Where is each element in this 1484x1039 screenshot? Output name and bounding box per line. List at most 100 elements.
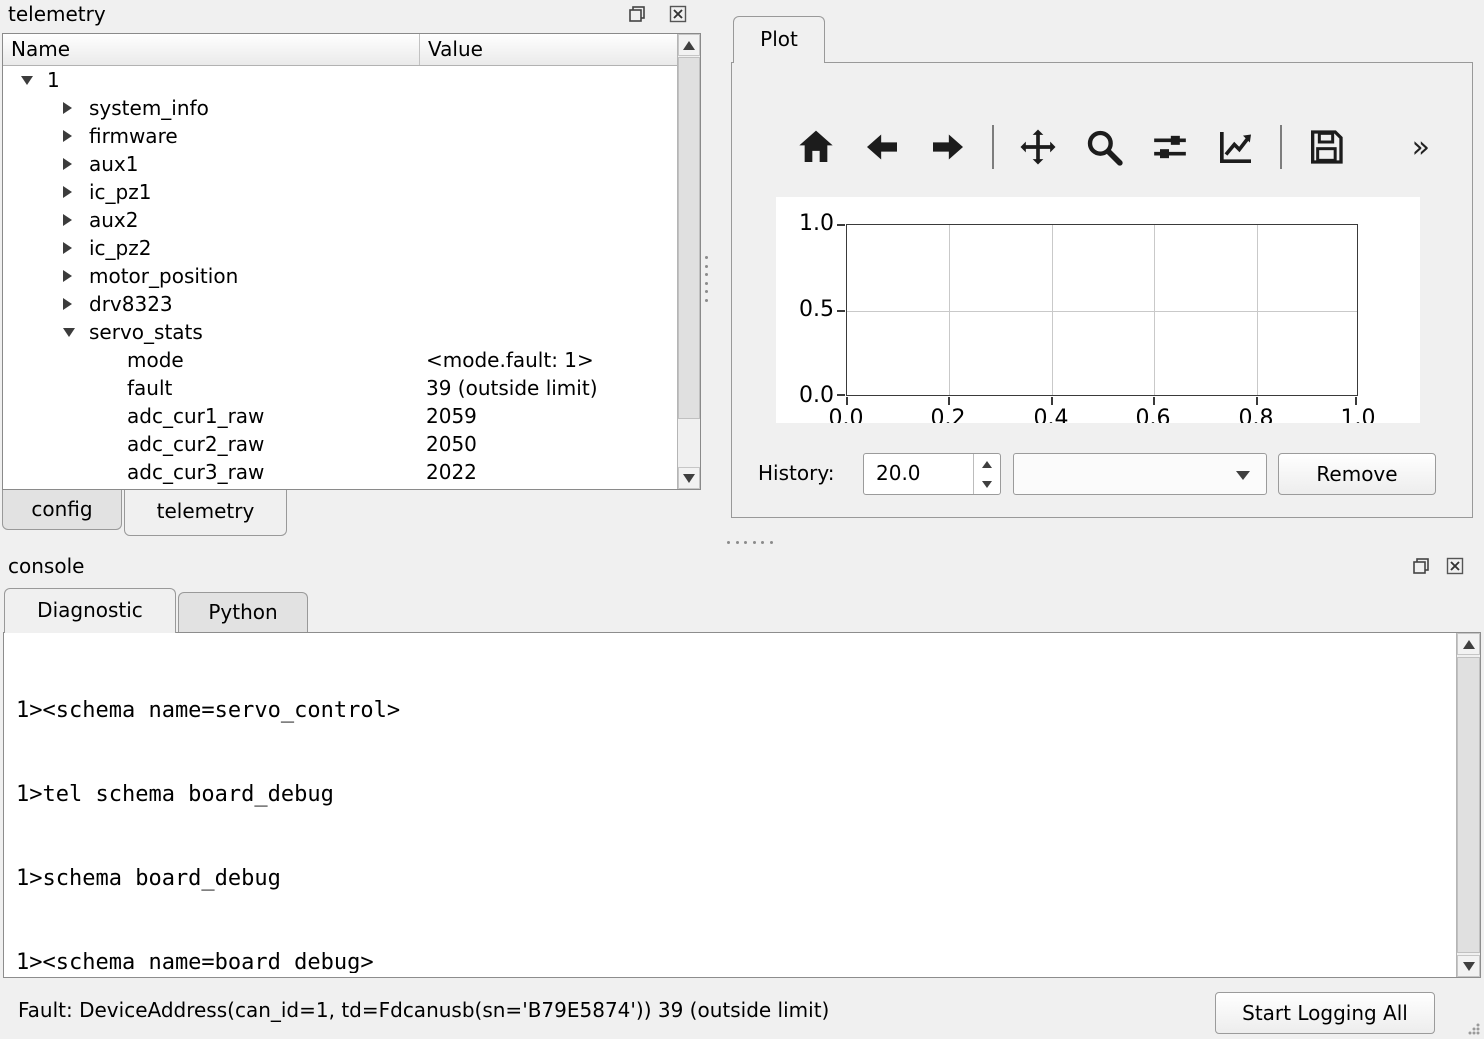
telemetry-float-button[interactable]	[627, 4, 647, 24]
telemetry-close-button[interactable]	[668, 4, 688, 24]
tree-row[interactable]: aux1	[3, 150, 677, 178]
zoom-button[interactable]	[1082, 122, 1126, 172]
collapse-arrow-icon[interactable]	[63, 298, 72, 310]
dropdown-arrow-icon	[1236, 471, 1250, 480]
x-tick-label: 1.0	[1326, 407, 1390, 423]
signal-combobox[interactable]	[1013, 453, 1267, 495]
telemetry-tree: Name Value 1 system_info firmware aux1 i…	[2, 33, 701, 490]
y-tick-label: 0.5	[788, 298, 834, 322]
start-logging-button[interactable]: Start Logging All	[1215, 992, 1435, 1034]
tree-row[interactable]: system_info	[3, 94, 677, 122]
float-icon	[627, 4, 647, 24]
tab-telemetry[interactable]: telemetry	[124, 490, 287, 536]
tab-diagnostic[interactable]: Diagnostic	[4, 588, 176, 633]
collapse-arrow-icon[interactable]	[63, 186, 72, 198]
tree-item-value: 39 (outside limit)	[426, 374, 598, 402]
tree-item-label: motor_position	[89, 262, 238, 290]
scrollbar-thumb[interactable]	[678, 57, 700, 419]
plot-axes	[846, 224, 1358, 396]
scroll-up-button[interactable]	[678, 34, 700, 56]
save-button[interactable]	[1304, 122, 1348, 172]
console-scrollbar[interactable]	[1456, 633, 1480, 977]
toolbar-overflow-button[interactable]: »	[1412, 130, 1456, 165]
collapse-arrow-icon[interactable]	[63, 102, 72, 114]
tree-row[interactable]: fault 39 (outside limit)	[3, 374, 677, 402]
down-arrow-icon	[683, 474, 695, 483]
collapse-arrow-icon[interactable]	[63, 158, 72, 170]
scroll-up-button[interactable]	[1457, 633, 1480, 655]
tree-header: Name Value	[3, 34, 677, 66]
expand-arrow-icon[interactable]	[63, 328, 75, 337]
history-value[interactable]: 20.0	[876, 461, 921, 485]
forward-button[interactable]	[926, 122, 970, 172]
tree-item-label: fault	[127, 374, 172, 402]
spin-up-button[interactable]	[974, 454, 1000, 474]
console-line: 1>schema board_debug	[16, 865, 1448, 893]
console-output[interactable]: 1><schema name=servo_control> 1>tel sche…	[3, 632, 1481, 978]
tree-item-label: adc_cur1_raw	[127, 402, 264, 430]
pan-button[interactable]	[1016, 122, 1060, 172]
customize-button[interactable]	[1214, 122, 1258, 172]
console-dock-title: console	[8, 554, 84, 578]
telemetry-dock: telemetry Name Value 1 system_info firmw…	[0, 0, 706, 540]
size-grip-icon[interactable]	[1464, 1019, 1482, 1037]
tree-row[interactable]: drv8323	[3, 290, 677, 318]
magnifier-icon	[1084, 127, 1124, 167]
tree-row[interactable]: mode<mode.fault: 1>	[3, 346, 677, 374]
tree-item-label: aux1	[89, 150, 139, 178]
tree-item-value: <mode.fault: 1>	[426, 346, 594, 374]
subplots-button[interactable]	[1148, 122, 1192, 172]
tree-row[interactable]: servo_stats	[3, 318, 677, 346]
scrollbar-thumb[interactable]	[1457, 657, 1480, 953]
collapse-arrow-icon[interactable]	[63, 214, 72, 226]
collapse-arrow-icon[interactable]	[63, 130, 72, 142]
back-button[interactable]	[860, 122, 904, 172]
collapse-arrow-icon[interactable]	[63, 270, 72, 282]
vertical-splitter-handle[interactable]	[705, 256, 709, 302]
tree-row[interactable]: firmware	[3, 122, 677, 150]
y-tick	[837, 224, 845, 226]
tree-row[interactable]: motor_position	[3, 262, 677, 290]
spin-down-button[interactable]	[974, 474, 1000, 494]
plot-figure[interactable]: 1.0 0.5 0.0 0.0 0.2 0.4 0.6 0.8 1.0	[776, 197, 1420, 423]
gridline	[949, 225, 950, 395]
console-close-button[interactable]	[1445, 556, 1465, 576]
pan-icon	[1018, 127, 1058, 167]
column-header-name[interactable]: Name	[3, 34, 420, 65]
status-bar: Fault: DeviceAddress(can_id=1, td=Fdcanu…	[0, 982, 1484, 1039]
home-button[interactable]	[794, 122, 838, 172]
x-tick-label: 0.4	[1019, 407, 1083, 423]
remove-button[interactable]: Remove	[1278, 453, 1436, 495]
console-float-button[interactable]	[1411, 556, 1431, 576]
horizontal-splitter-handle[interactable]	[727, 541, 773, 545]
telemetry-scrollbar[interactable]	[677, 34, 700, 489]
up-arrow-icon	[1463, 640, 1475, 649]
x-tick-label: 0.6	[1121, 407, 1185, 423]
tab-plot[interactable]: Plot	[733, 16, 825, 63]
tree-item-label: ic_pz1	[89, 178, 151, 206]
tree-item-label: aux2	[89, 206, 139, 234]
tree-row[interactable]: 1	[3, 66, 677, 94]
tree-item-label: adc_cur3_raw	[127, 458, 264, 486]
tree-row[interactable]: ic_pz1	[3, 178, 677, 206]
tab-config[interactable]: config	[2, 490, 122, 530]
scroll-down-button[interactable]	[678, 467, 700, 489]
tree-row[interactable]: adc_cur2_raw2050	[3, 430, 677, 458]
forward-arrow-icon	[928, 127, 968, 167]
tree-row[interactable]: adc_cur1_raw2059	[3, 402, 677, 430]
tree-row[interactable]: ic_pz2	[3, 234, 677, 262]
tab-python[interactable]: Python	[178, 592, 308, 632]
x-tick	[948, 397, 950, 405]
gridline	[847, 311, 1357, 312]
tree-row[interactable]: adc_cur3_raw2022	[3, 458, 677, 486]
history-spinbox[interactable]: 20.0	[863, 453, 1001, 495]
expand-arrow-icon[interactable]	[21, 76, 33, 85]
home-icon	[796, 127, 836, 167]
scroll-down-button[interactable]	[1457, 955, 1480, 977]
tree-item-label: 1	[47, 66, 60, 94]
column-header-value[interactable]: Value	[420, 34, 677, 65]
tree-row[interactable]: aux2	[3, 206, 677, 234]
collapse-arrow-icon[interactable]	[63, 242, 72, 254]
toolbar-separator	[1280, 125, 1282, 169]
y-tick	[837, 394, 845, 396]
